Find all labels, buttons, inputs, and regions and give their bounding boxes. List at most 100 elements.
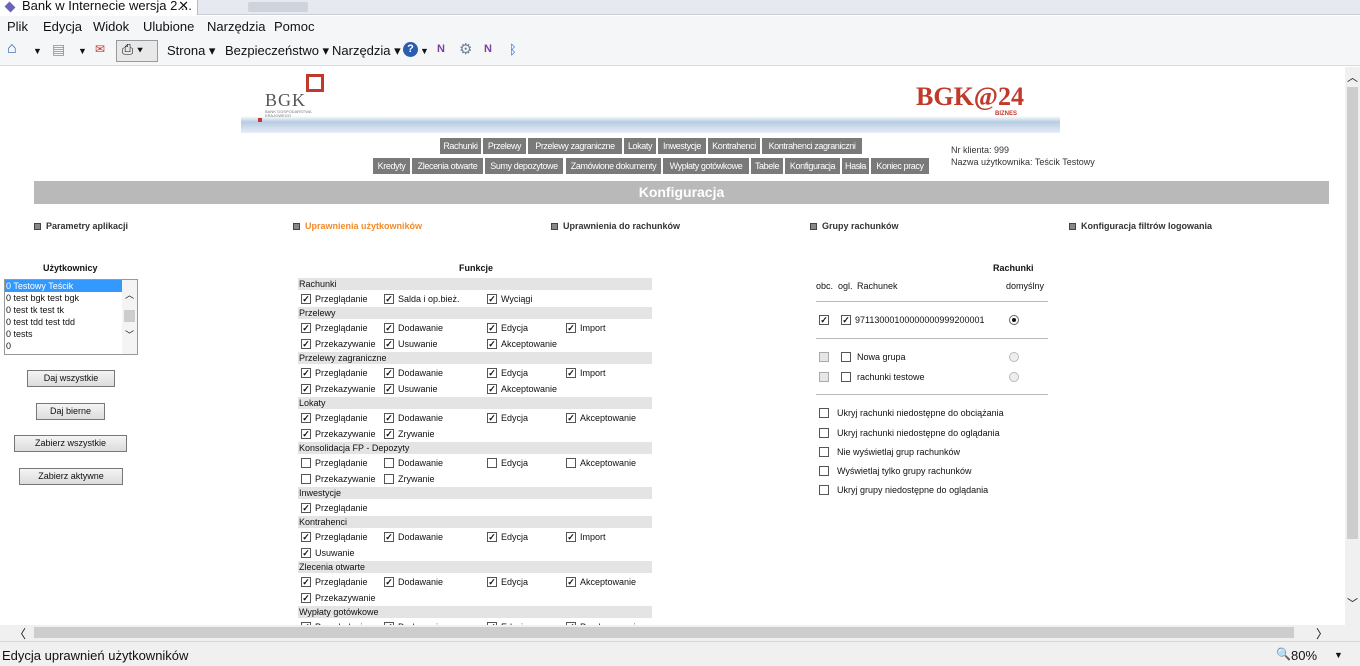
permission-checkbox[interactable] xyxy=(301,412,311,423)
permission-checkbox[interactable] xyxy=(384,367,394,378)
permission-checkbox-item[interactable]: Przeglądanie xyxy=(301,322,368,334)
permission-checkbox-item[interactable]: Edycja xyxy=(487,576,528,588)
permission-checkbox-item[interactable]: Zrywanie xyxy=(384,428,435,440)
gear-icon[interactable]: ⚙ xyxy=(459,40,472,58)
option-only-groups[interactable]: Wyświetlaj tylko grupy rachunków xyxy=(819,465,971,477)
page-horizontal-scrollbar[interactable]: 〈 〉 xyxy=(0,625,1345,641)
permission-checkbox[interactable] xyxy=(301,428,311,439)
permission-checkbox-item[interactable]: Import xyxy=(566,367,606,379)
nav-lokaty[interactable]: Lokaty xyxy=(624,138,656,154)
permission-checkbox[interactable] xyxy=(487,576,497,587)
permission-checkbox-item[interactable]: Edycja xyxy=(487,367,528,379)
nav-koniec-pracy[interactable]: Koniec pracy xyxy=(871,158,929,174)
permission-checkbox-item[interactable]: Dodawanie xyxy=(384,531,443,543)
help-icon[interactable]: ? xyxy=(403,42,418,57)
nav-hasla[interactable]: Hasła xyxy=(842,158,869,174)
permission-checkbox[interactable] xyxy=(487,338,497,349)
group-checkbox[interactable] xyxy=(841,371,851,382)
user-item[interactable]: 0 xyxy=(5,340,123,352)
permission-checkbox-item[interactable]: Przekazywanie xyxy=(301,428,376,440)
nav-kontrahenci[interactable]: Kontrahenci xyxy=(708,138,760,154)
permission-checkbox-item[interactable]: Dodawanie xyxy=(384,367,443,379)
mail-icon[interactable]: ✉ xyxy=(95,42,105,56)
user-item[interactable]: 0 test bgk test bgk xyxy=(5,292,123,304)
nav-sumy-depozytowe[interactable]: Sumy depozytowe xyxy=(485,158,563,174)
nav-zlecenia-otwarte[interactable]: Zlecenia otwarte xyxy=(412,158,483,174)
permission-checkbox-item[interactable]: Przeglądanie xyxy=(301,576,368,588)
account-ogl-checkbox[interactable] xyxy=(841,314,851,325)
daj-bierne-button[interactable]: Daj bierne xyxy=(36,403,105,420)
tools-menu[interactable]: Narzędzia ▾ xyxy=(332,43,401,59)
permission-checkbox[interactable] xyxy=(566,576,576,587)
nav-zamowione-dokumenty[interactable]: Zamówione dokumenty xyxy=(566,158,661,174)
permission-checkbox-item[interactable]: Akceptowanie xyxy=(487,383,557,395)
permission-checkbox[interactable] xyxy=(301,338,311,349)
permission-checkbox[interactable] xyxy=(301,322,311,333)
chevron-down-icon[interactable]: ﹀ xyxy=(125,328,134,341)
menu-ulubione[interactable]: Ulubione xyxy=(143,19,194,34)
permission-checkbox-item[interactable]: Przeglądanie xyxy=(301,367,368,379)
zoom-dropdown-icon[interactable]: ▼ xyxy=(1334,650,1343,660)
user-item[interactable]: 0 test tdd test tdd xyxy=(5,316,123,328)
permission-checkbox[interactable] xyxy=(384,322,394,333)
permission-checkbox-item[interactable]: Przekazywanie xyxy=(301,338,376,350)
nav-kredyty[interactable]: Kredyty xyxy=(373,158,410,174)
users-scrollbar[interactable]: ︿ ﹀ xyxy=(122,280,137,354)
daj-wszystkie-button[interactable]: Daj wszystkie xyxy=(27,370,115,387)
permission-checkbox[interactable] xyxy=(384,338,394,349)
link-uprawnienia-uzytkownikow[interactable]: Uprawnienia użytkowników xyxy=(293,221,422,231)
zabierz-aktywne-button[interactable]: Zabierz aktywne xyxy=(19,468,123,485)
link-grupy-rachunkow[interactable]: Grupy rachunków xyxy=(810,221,899,231)
permission-checkbox-item[interactable]: Akceptowanie xyxy=(566,412,636,424)
permission-checkbox[interactable] xyxy=(301,293,311,304)
permission-checkbox-item[interactable]: Przeglądanie xyxy=(301,531,368,543)
chevron-up-icon[interactable]: ︿ xyxy=(125,288,134,301)
permission-checkbox[interactable] xyxy=(487,293,497,304)
onenote-icon[interactable]: N xyxy=(437,43,445,55)
user-item[interactable]: 0 Testowy Teścik xyxy=(5,280,123,292)
zabierz-wszystkie-button[interactable]: Zabierz wszystkie xyxy=(14,435,127,452)
nav-wyplaty-gotowkowe[interactable]: Wypłaty gotówkowe xyxy=(663,158,749,174)
nav-przelewy[interactable]: Przelewy xyxy=(483,138,526,154)
permission-checkbox[interactable] xyxy=(487,531,497,542)
menu-narzedzia[interactable]: Narzędzia xyxy=(207,19,266,34)
permission-checkbox-item[interactable]: Dodawanie xyxy=(384,322,443,334)
permission-checkbox[interactable] xyxy=(301,383,311,394)
permission-checkbox[interactable] xyxy=(487,367,497,378)
link-parametry-aplikacji[interactable]: Parametry aplikacji xyxy=(34,221,128,231)
nav-inwestycje[interactable]: Inwestycje xyxy=(658,138,706,154)
permission-checkbox[interactable] xyxy=(384,428,394,439)
permission-checkbox-item[interactable]: Przeglądanie xyxy=(301,502,368,514)
help-dropdown-icon[interactable]: ▼ xyxy=(420,46,429,56)
permission-checkbox-item[interactable]: Przekazywanie xyxy=(301,592,376,604)
permission-checkbox[interactable] xyxy=(384,473,394,484)
link-konfiguracja-filtrow[interactable]: Konfiguracja filtrów logowania xyxy=(1069,221,1212,231)
browser-tab-inactive[interactable] xyxy=(248,2,308,12)
browser-tab[interactable]: Bank w Internecie wersja 2.... ✕ xyxy=(0,0,198,15)
nav-konfiguracja[interactable]: Konfiguracja xyxy=(785,158,840,174)
permission-checkbox[interactable] xyxy=(384,293,394,304)
permission-checkbox-item[interactable]: Przeglądanie xyxy=(301,457,368,469)
option-hide-view[interactable]: Ukryj rachunki niedostępne do oglądania xyxy=(819,427,1000,439)
permission-checkbox-item[interactable]: Wyciągi xyxy=(487,293,532,305)
menu-widok[interactable]: Widok xyxy=(93,19,129,34)
scroll-up-icon[interactable]: ︿ xyxy=(1347,69,1358,85)
zoom-icon[interactable]: 🔍 xyxy=(1276,647,1291,661)
permission-checkbox-item[interactable]: Salda i op.bież. xyxy=(384,293,460,305)
user-item[interactable]: 0 test tk test tk xyxy=(5,304,123,316)
menu-plik[interactable]: Plik xyxy=(7,19,28,34)
permission-checkbox-item[interactable]: Przeglądanie xyxy=(301,293,368,305)
permission-checkbox[interactable] xyxy=(487,412,497,423)
nav-tabele[interactable]: Tabele xyxy=(751,158,783,174)
option-checkbox[interactable] xyxy=(819,427,829,438)
permission-checkbox-item[interactable]: Edycja xyxy=(487,531,528,543)
nav-rachunki[interactable]: Rachunki xyxy=(440,138,481,154)
users-listbox[interactable]: 0 Testowy Teścik 0 test bgk test bgk 0 t… xyxy=(4,279,138,355)
permission-checkbox-item[interactable]: Akceptowanie xyxy=(487,338,557,350)
permission-checkbox-item[interactable]: Przekazywanie xyxy=(301,473,376,485)
permission-checkbox[interactable] xyxy=(487,383,497,394)
option-checkbox[interactable] xyxy=(819,484,829,495)
option-no-groups[interactable]: Nie wyświetlaj grup rachunków xyxy=(819,446,960,458)
permission-checkbox[interactable] xyxy=(384,412,394,423)
permission-checkbox[interactable] xyxy=(301,457,311,468)
